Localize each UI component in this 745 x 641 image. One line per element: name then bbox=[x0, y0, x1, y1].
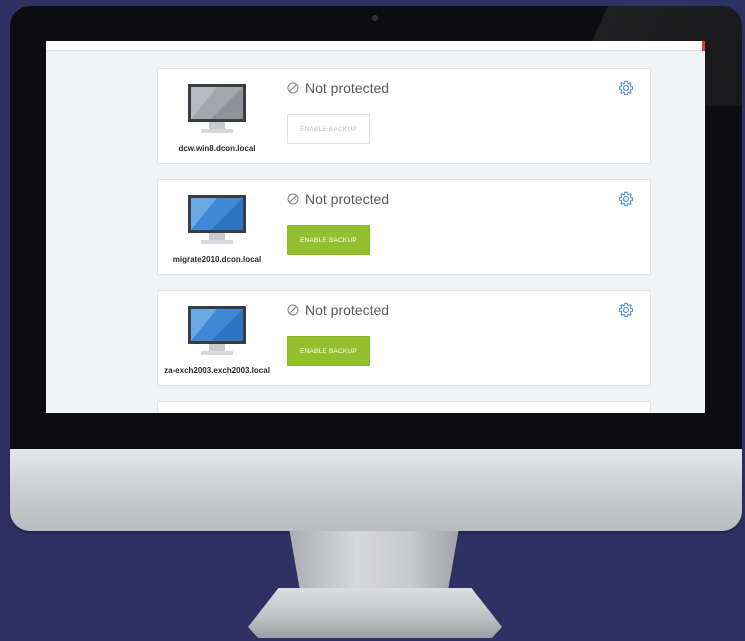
screen: dcw.win8.dcon.local Not protected ENABLE… bbox=[46, 41, 705, 413]
prohibited-icon bbox=[287, 304, 299, 316]
gear-icon[interactable] bbox=[618, 191, 634, 207]
hostname-label: za-exch2003.exch2003.local bbox=[164, 366, 270, 375]
monitor-icon bbox=[188, 195, 246, 244]
prohibited-icon bbox=[287, 193, 299, 205]
protection-status: Not protected bbox=[287, 191, 389, 207]
camera-dot bbox=[372, 15, 378, 21]
monitor-off-icon bbox=[188, 84, 246, 133]
top-bar bbox=[46, 41, 705, 51]
imac-stand-neck bbox=[289, 531, 459, 591]
imac-chin bbox=[10, 449, 742, 531]
protection-status: Not protected bbox=[287, 80, 389, 96]
status-text: Not protected bbox=[305, 191, 390, 207]
top-bar-accent bbox=[702, 41, 705, 51]
gear-icon[interactable] bbox=[618, 80, 634, 96]
monitor-icon bbox=[188, 306, 246, 355]
gear-icon[interactable] bbox=[618, 302, 634, 318]
status-text: Not protected bbox=[305, 80, 390, 96]
status-text: Not protected bbox=[305, 302, 390, 318]
machine-card-partial bbox=[157, 401, 651, 413]
prohibited-icon bbox=[287, 82, 299, 94]
enable-backup-button[interactable]: ENABLE BACKUP bbox=[287, 225, 370, 255]
imac-stand-foot bbox=[248, 588, 502, 638]
machine-card: dcw.win8.dcon.local Not protected ENABLE… bbox=[157, 68, 651, 164]
hostname-label: migrate2010.dcon.local bbox=[172, 255, 262, 264]
machine-card: za-exch2003.exch2003.local Not protected… bbox=[157, 290, 651, 386]
enable-backup-button[interactable]: ENABLE BACKUP bbox=[287, 114, 370, 144]
enable-backup-button[interactable]: ENABLE BACKUP bbox=[287, 336, 370, 366]
machine-card: migrate2010.dcon.local Not protected ENA… bbox=[157, 179, 651, 275]
hostname-label: dcw.win8.dcon.local bbox=[178, 144, 256, 153]
protection-status: Not protected bbox=[287, 302, 389, 318]
